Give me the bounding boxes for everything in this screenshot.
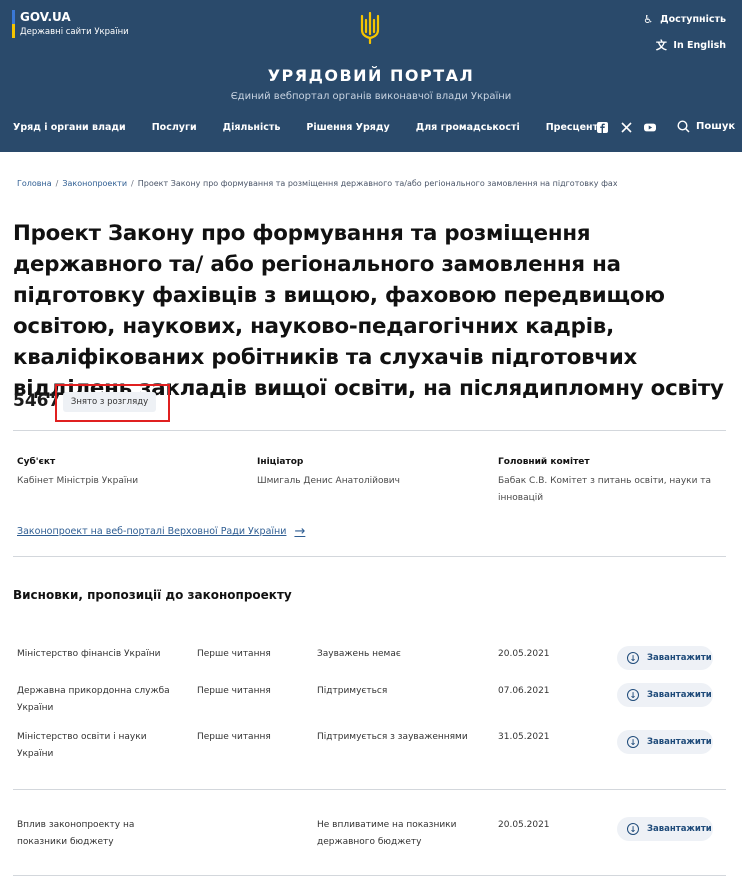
main-nav: Уряд і органи влади Послуги Діяльність Р… — [13, 122, 631, 133]
portal-title[interactable]: УРЯДОВИЙ ПОРТАЛ — [0, 66, 742, 85]
committee-value: Бабак С.В. Комітет з питань освіти, наук… — [498, 476, 712, 503]
download-button[interactable]: ↓ Завантажити — [617, 646, 713, 670]
nav-item-decisions[interactable]: Рішення Уряду — [306, 122, 389, 133]
page-title: Проект Закону про формування та розміщен… — [13, 221, 724, 401]
site-header: GOV.UA Державні сайти України ♿ Доступні… — [0, 0, 742, 152]
language-label: In English — [673, 39, 726, 51]
translate-icon: 文 — [655, 39, 667, 52]
download-label: Завантажити — [647, 653, 712, 663]
accessibility-icon: ♿ — [643, 12, 654, 26]
gov-ua-logo[interactable]: GOV.UA Державні сайти України — [12, 10, 129, 38]
nav-item-services[interactable]: Послуги — [152, 122, 197, 133]
youtube-icon[interactable] — [644, 121, 656, 133]
trident-icon[interactable] — [358, 12, 382, 44]
row-result: Зауважень немає — [317, 649, 401, 659]
row-org: Міністерство фінансів України — [17, 649, 161, 659]
row-reading: Перше читання — [197, 686, 271, 696]
row-date: 31.05.2021 — [498, 732, 550, 742]
download-label: Завантажити — [647, 737, 712, 747]
x-twitter-icon[interactable] — [620, 121, 632, 133]
subject-label: Суб'єкт — [17, 457, 56, 467]
row-date: 20.05.2021 — [498, 820, 550, 830]
accessibility-link[interactable]: ♿ Доступність — [641, 12, 726, 26]
download-icon: ↓ — [627, 736, 639, 748]
divider — [13, 430, 726, 431]
download-icon: ↓ — [627, 823, 639, 835]
nav-item-public[interactable]: Для громадськості — [416, 122, 520, 133]
initiator-value: Шмигаль Денис Анатолійович — [257, 476, 400, 486]
breadcrumb-current: Проект Закону про формування та розміщен… — [137, 179, 617, 188]
row-reading: Перше читання — [197, 732, 271, 742]
search-icon — [677, 120, 690, 133]
subject-value: Кабінет Міністрів України — [17, 476, 139, 486]
nav-item-activity[interactable]: Діяльність — [223, 122, 281, 133]
divider — [13, 875, 726, 876]
breadcrumb-separator: / — [131, 179, 134, 188]
initiator-block: Ініціатор Шмигаль Денис Анатолійович — [257, 457, 477, 490]
subject-block: Суб'єкт Кабінет Міністрів України — [17, 457, 237, 490]
breadcrumb-bills[interactable]: Законопроекти — [62, 179, 127, 188]
row-result: Не впливатиме на показники державного бю… — [317, 820, 457, 847]
download-button[interactable]: ↓ Завантажити — [617, 817, 713, 841]
download-button[interactable]: ↓ Завантажити — [617, 730, 713, 754]
nav-item-government[interactable]: Уряд і органи влади — [13, 122, 126, 133]
download-icon: ↓ — [627, 652, 639, 664]
download-icon: ↓ — [627, 689, 639, 701]
row-org: Державна прикордонна служба України — [17, 686, 170, 713]
rada-portal-link[interactable]: Законопроект на веб-порталі Верховної Ра… — [17, 524, 305, 539]
search-button[interactable]: Пошук — [677, 120, 735, 133]
rada-portal-link-label: Законопроект на веб-порталі Верховної Ра… — [17, 526, 287, 537]
row-reading: Перше читання — [197, 649, 271, 659]
row-date: 07.06.2021 — [498, 686, 550, 696]
row-result: Підтримується — [317, 686, 388, 696]
flag-bar — [12, 10, 15, 38]
social-links — [596, 121, 668, 133]
language-link[interactable]: 文 In English — [641, 38, 726, 52]
gov-ua-title: GOV.UA — [20, 10, 71, 24]
committee-label: Головний комітет — [498, 457, 590, 467]
bill-number: 5467 — [13, 391, 61, 411]
divider — [13, 556, 726, 557]
accessibility-label: Доступність — [660, 13, 726, 25]
conclusions-heading: Висновки, пропозиції до законопроекту — [13, 588, 292, 602]
row-date: 20.05.2021 — [498, 649, 550, 659]
download-label: Завантажити — [647, 690, 712, 700]
row-org: Вплив законопроекту на показники бюджету — [17, 820, 135, 847]
status-badge: Знято з розгляду — [63, 392, 156, 412]
breadcrumb: Головна / Законопроекти / Проект Закону про … — [17, 179, 617, 188]
initiator-label: Ініціатор — [257, 457, 304, 467]
row-result: Підтримується з зауваженнями — [317, 732, 468, 742]
download-button[interactable]: ↓ Завантажити — [617, 683, 713, 707]
arrow-right-icon: → — [294, 524, 306, 539]
breadcrumb-home[interactable]: Головна — [17, 179, 52, 188]
committee-block: Головний комітет Бабак С.В. Комітет з пи… — [498, 457, 718, 507]
facebook-icon[interactable] — [596, 121, 608, 133]
divider — [13, 789, 726, 790]
portal-subtitle: Єдиний вебпортал органів виконавчої влад… — [230, 91, 512, 102]
gov-ua-subtitle: Державні сайти України — [20, 27, 129, 37]
row-org: Міністерство освіти і науки України — [17, 732, 147, 759]
search-label: Пошук — [696, 121, 736, 132]
breadcrumb-separator: / — [55, 179, 59, 188]
download-label: Завантажити — [647, 824, 712, 834]
